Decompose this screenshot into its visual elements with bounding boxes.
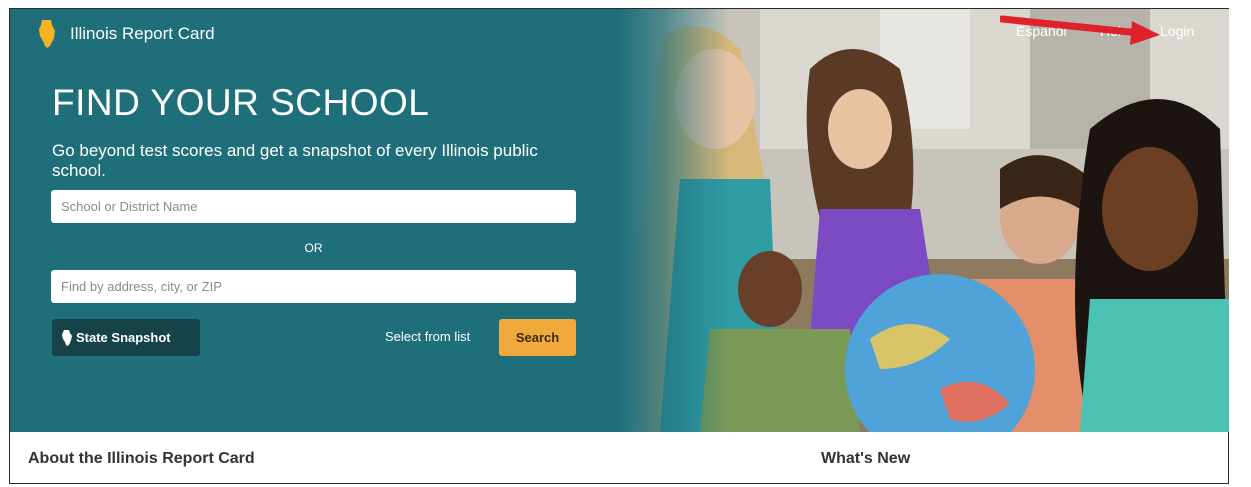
page-title: FIND YOUR SCHOOL (52, 82, 430, 123)
nav-help-link[interactable]: Hel (1100, 23, 1121, 39)
select-from-list-link[interactable]: Select from list (385, 329, 470, 344)
brand-name: Illinois Report Card (70, 24, 215, 43)
brand[interactable]: Illinois Report Card (38, 19, 215, 49)
or-divider-label: OR (304, 241, 323, 255)
search-button[interactable]: Search (499, 319, 576, 356)
about-section-heading: About the Illinois Report Card (28, 450, 255, 467)
nav-login-link[interactable]: Login (1160, 23, 1194, 39)
illinois-state-icon (62, 329, 72, 346)
screenshot-frame: Illinois Report Card Español Hel Login F… (0, 0, 1251, 487)
state-snapshot-button[interactable]: State Snapshot (52, 319, 200, 356)
photo-gradient-overlay (620, 9, 730, 432)
nav-espanol-link[interactable]: Español (1016, 23, 1067, 39)
hero-banner: Illinois Report Card Español Hel Login F… (10, 9, 1229, 432)
illinois-state-icon (39, 20, 55, 48)
state-snapshot-label: State Snapshot (76, 330, 171, 345)
school-search-input[interactable] (51, 190, 576, 223)
whats-new-heading: What's New (821, 450, 911, 467)
hero-photo (620, 9, 1229, 432)
hero-subtitle: Go beyond test scores and get a snapshot… (52, 141, 538, 180)
address-search-input[interactable] (51, 270, 576, 303)
top-navigation: Español Hel Login (1010, 23, 1220, 45)
